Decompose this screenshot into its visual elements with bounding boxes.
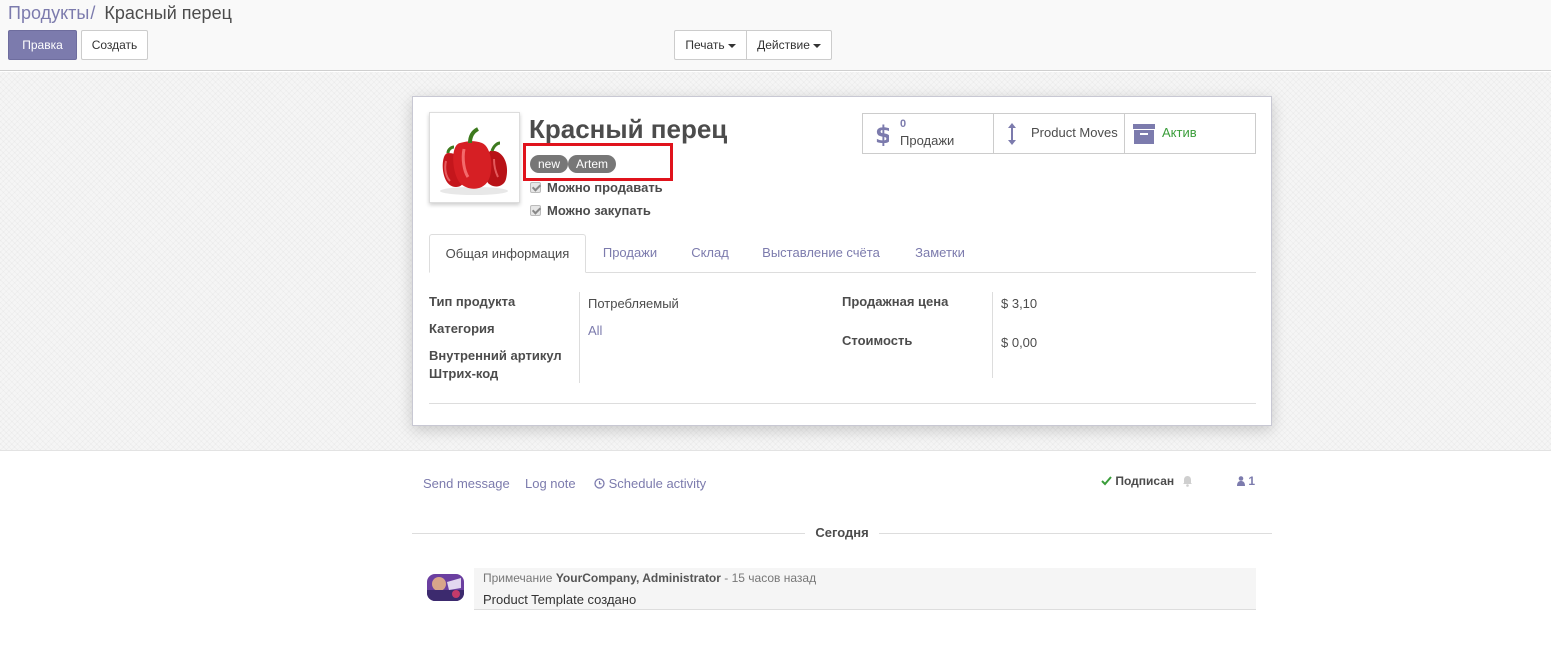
breadcrumb: Продукты/ Красный перец <box>8 3 232 24</box>
chevron-down-icon <box>727 43 736 48</box>
following-button[interactable]: Подписан <box>1101 474 1174 488</box>
form-bottom-divider <box>429 403 1256 404</box>
purchase-ok-checkbox[interactable] <box>530 205 541 216</box>
product-form-sheet: Красный перец new Artem Можно продавать … <box>412 96 1272 426</box>
sale-ok-checkbox-row: Можно продавать <box>530 180 663 198</box>
avatar[interactable] <box>427 574 464 601</box>
purchase-ok-checkbox-row: Можно закупать <box>530 203 651 221</box>
list-price-value[interactable]: $ 3,10 <box>1001 296 1037 311</box>
vertical-arrows-icon <box>1008 123 1016 145</box>
log-note-link[interactable]: Log note <box>525 476 576 491</box>
category-link[interactable]: All <box>588 323 602 338</box>
tab-notes[interactable]: Заметки <box>905 234 975 273</box>
sale-ok-checkbox[interactable] <box>530 182 541 193</box>
breadcrumb-parent[interactable]: Продукты <box>8 3 89 23</box>
cost-label: Стоимость <box>842 333 913 348</box>
active-toggle-button[interactable]: Актив <box>1124 113 1256 154</box>
schedule-activity-label: Schedule activity <box>608 476 707 491</box>
date-separator-line <box>412 533 805 534</box>
product-moves-label: Product Moves <box>1031 125 1118 140</box>
user-icon <box>1237 476 1245 486</box>
check-icon <box>1101 476 1112 486</box>
field-divider <box>579 292 580 383</box>
edit-button-label: Правка <box>22 38 63 52</box>
field-divider <box>992 292 993 378</box>
schedule-activity-link[interactable]: Schedule activity <box>594 476 706 491</box>
action-dropdown[interactable]: Действие <box>746 30 832 60</box>
tags-highlight-box <box>523 143 673 181</box>
dollar-icon: $ <box>875 122 889 146</box>
list-price-label: Продажная цена <box>842 294 949 309</box>
product-type-value[interactable]: Потребляемый <box>588 296 679 311</box>
print-dropdown-label: Печать <box>685 38 725 52</box>
date-separator-line <box>879 533 1272 534</box>
archive-box-icon <box>1133 124 1155 144</box>
clock-icon <box>594 478 605 489</box>
create-button-label: Создать <box>91 38 138 52</box>
followers-count: 1 <box>1248 474 1256 488</box>
following-label: Подписан <box>1115 474 1175 488</box>
product-name: Красный перец <box>529 114 728 144</box>
message-author[interactable]: YourCompany, Administrator <box>556 571 721 585</box>
control-panel: Продукты/ Красный перец Правка Создать П… <box>0 0 1551 71</box>
edit-button[interactable]: Правка <box>8 30 77 60</box>
product-type-label: Тип продукта <box>429 294 516 309</box>
sales-label: Продажи <box>900 133 955 148</box>
chevron-down-icon <box>812 43 821 48</box>
cost-value[interactable]: $ 0,00 <box>1001 335 1037 350</box>
create-button[interactable]: Создать <box>81 30 148 60</box>
chatter-message: Примечание YourCompany, Administrator - … <box>474 568 1256 610</box>
tab-inventory[interactable]: Склад <box>683 234 737 273</box>
red-pepper-image <box>430 113 519 202</box>
category-label: Категория <box>429 321 495 336</box>
product-image[interactable] <box>429 112 520 203</box>
bell-icon[interactable] <box>1182 475 1193 487</box>
print-dropdown[interactable]: Печать <box>674 30 747 60</box>
internal-ref-label: Внутренний артикул <box>429 348 562 363</box>
sale-ok-label: Можно продавать <box>547 180 663 195</box>
tab-general-info[interactable]: Общая информация <box>429 234 586 273</box>
sales-count: 0 <box>900 118 907 130</box>
purchase-ok-label: Можно закупать <box>547 203 651 218</box>
user-avatar-image <box>427 574 464 601</box>
action-dropdown-label: Действие <box>757 38 810 52</box>
product-moves-smart-button[interactable]: Product Moves <box>993 113 1125 154</box>
sales-smart-button[interactable]: $ 0 Продажи <box>862 113 994 154</box>
followers-button[interactable]: 1 <box>1237 474 1255 488</box>
breadcrumb-separator: / <box>90 3 96 23</box>
message-time: - 15 часов назад <box>724 571 817 585</box>
barcode-label: Штрих-код <box>429 366 499 381</box>
send-message-link[interactable]: Send message <box>423 476 510 491</box>
message-header: Примечание YourCompany, Administrator - … <box>483 571 816 585</box>
svg-text:$: $ <box>875 122 889 146</box>
breadcrumb-current: Красный перец <box>104 3 232 23</box>
message-body: Product Template создано <box>483 592 637 607</box>
tab-sales[interactable]: Продажи <box>593 234 667 273</box>
message-type: Примечание <box>483 571 553 585</box>
active-label: Актив <box>1162 125 1197 140</box>
tab-invoicing[interactable]: Выставление счёта <box>753 234 889 273</box>
date-separator: Сегодня <box>815 525 869 540</box>
